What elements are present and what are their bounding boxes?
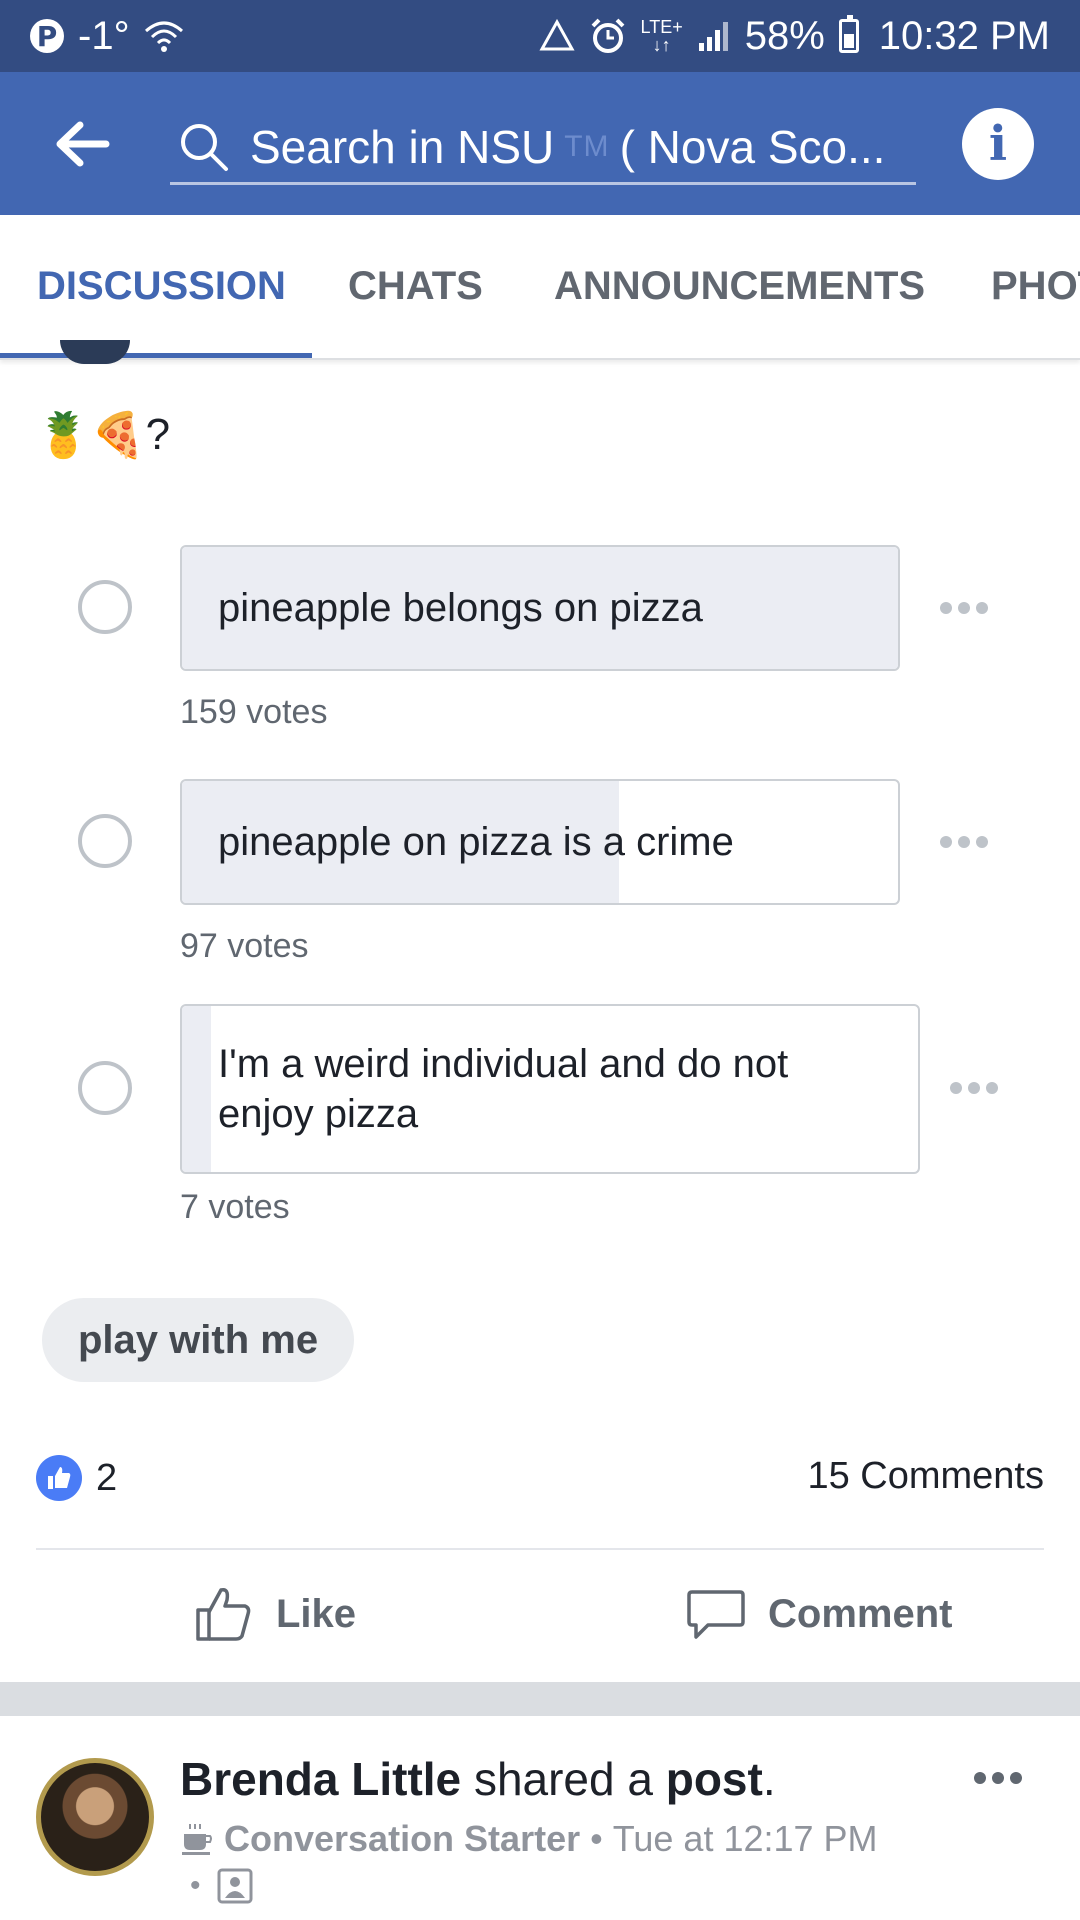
pinterest-icon: P: [30, 19, 64, 53]
coffee-cup-icon: [182, 1824, 212, 1855]
more-options-icon[interactable]: [940, 598, 1000, 618]
meta-separator: •: [190, 1869, 201, 1902]
post-text: 🍍🍕 ?: [36, 400, 170, 470]
app-header: Search in NSU TM ( Nova Sco... i: [0, 72, 1080, 215]
info-button[interactable]: i: [962, 108, 1034, 180]
like-label: Like: [276, 1591, 357, 1636]
like-button[interactable]: Like: [194, 1584, 356, 1644]
author-name[interactable]: Brenda Little: [180, 1753, 461, 1805]
author-avatar-partial: [60, 340, 130, 364]
comment-button[interactable]: Comment: [686, 1584, 952, 1644]
poll-radio[interactable]: [78, 580, 132, 634]
search-input[interactable]: Search in NSU TM ( Nova Sco...: [170, 112, 916, 185]
poll-option-bar[interactable]: I'm a weird individual and do not enjoy …: [180, 1004, 920, 1174]
group-tabs: DISCUSSION CHATS ANNOUNCEMENTS PHOT: [0, 215, 1080, 360]
search-placeholder: Search in NSU: [250, 121, 555, 173]
tab-chats[interactable]: CHATS: [348, 215, 483, 358]
poll-vote-count[interactable]: 7 votes: [180, 1188, 290, 1227]
poll-fill: [182, 1006, 212, 1172]
post-header-title: Brenda Little shared a post.: [180, 1753, 776, 1805]
poll-option-bar[interactable]: pineapple on pizza is a crime: [180, 779, 900, 905]
reaction-count: 2: [96, 1456, 118, 1499]
post-meta: Conversation Starter • Tue at 12:17 PM: [180, 1818, 878, 1860]
shared-post-link[interactable]: post: [666, 1753, 763, 1805]
divider: [36, 1548, 1044, 1550]
thumbs-up-icon: [196, 1587, 251, 1641]
poll-option-text: pineapple on pizza is a crime: [218, 820, 734, 864]
back-arrow-icon[interactable]: [52, 117, 112, 171]
tab-announcements[interactable]: ANNOUNCEMENTS: [554, 215, 925, 358]
poll-radio[interactable]: [78, 814, 132, 868]
poll-option-text: pineapple belongs on pizza: [218, 586, 703, 630]
poll-option-bar[interactable]: pineapple belongs on pizza: [180, 545, 900, 671]
reaction-summary[interactable]: 2: [36, 1455, 117, 1501]
poll-radio[interactable]: [78, 1061, 132, 1115]
battery-icon: [838, 15, 859, 53]
info-icon: i: [988, 116, 1008, 172]
avatar[interactable]: [36, 1758, 154, 1876]
temperature: -1°: [78, 13, 130, 58]
battery-percent: 58%: [744, 13, 825, 58]
more-options-icon[interactable]: [950, 1078, 1010, 1098]
active-tab-indicator: [0, 353, 312, 358]
signal-icon: [698, 22, 728, 51]
wifi-icon: [144, 21, 183, 52]
tab-photos[interactable]: PHOT: [991, 215, 1080, 358]
poll-option-text: I'm a weird individual and do not enjoy …: [218, 1042, 789, 1136]
search-icon: [181, 124, 228, 171]
post-timestamp[interactable]: Tue at 12:17 PM: [613, 1818, 878, 1860]
feed-separator: [0, 1682, 1080, 1716]
meta-separator: •: [590, 1818, 603, 1859]
trademark-mark: TM: [564, 130, 610, 163]
post-privacy: •: [190, 1868, 253, 1904]
pineapple-pizza-emoji: 🍍🍕: [36, 411, 146, 460]
question-mark: ?: [145, 410, 171, 459]
comment-label: Comment: [768, 1591, 953, 1636]
group-name[interactable]: Conversation Starter: [224, 1818, 580, 1860]
more-options-icon[interactable]: [940, 832, 1000, 852]
clock: 10:32 PM: [878, 13, 1050, 58]
poll-vote-count[interactable]: 97 votes: [180, 927, 309, 966]
alarm-icon: [591, 18, 624, 53]
more-options-icon[interactable]: [974, 1768, 1028, 1788]
like-reaction-icon: [36, 1455, 82, 1501]
poll-vote-count[interactable]: 159 votes: [180, 693, 327, 732]
tab-discussion[interactable]: DISCUSSION: [37, 215, 286, 358]
status-bar: P -1° LTE+ ↓↑ 58% 10:32 PM: [0, 0, 1080, 72]
post-verb: shared a: [473, 1753, 653, 1805]
tag-chip[interactable]: play with me: [42, 1298, 355, 1382]
group-audience-icon: [217, 1868, 253, 1904]
recycle-icon: [538, 19, 575, 51]
comments-count[interactable]: 15 Comments: [807, 1455, 1044, 1498]
search-group-name: ( Nova Sco...: [619, 121, 886, 173]
lte-indicator: LTE+ ↓↑: [640, 17, 683, 55]
comment-bubble-icon: [687, 1590, 745, 1639]
